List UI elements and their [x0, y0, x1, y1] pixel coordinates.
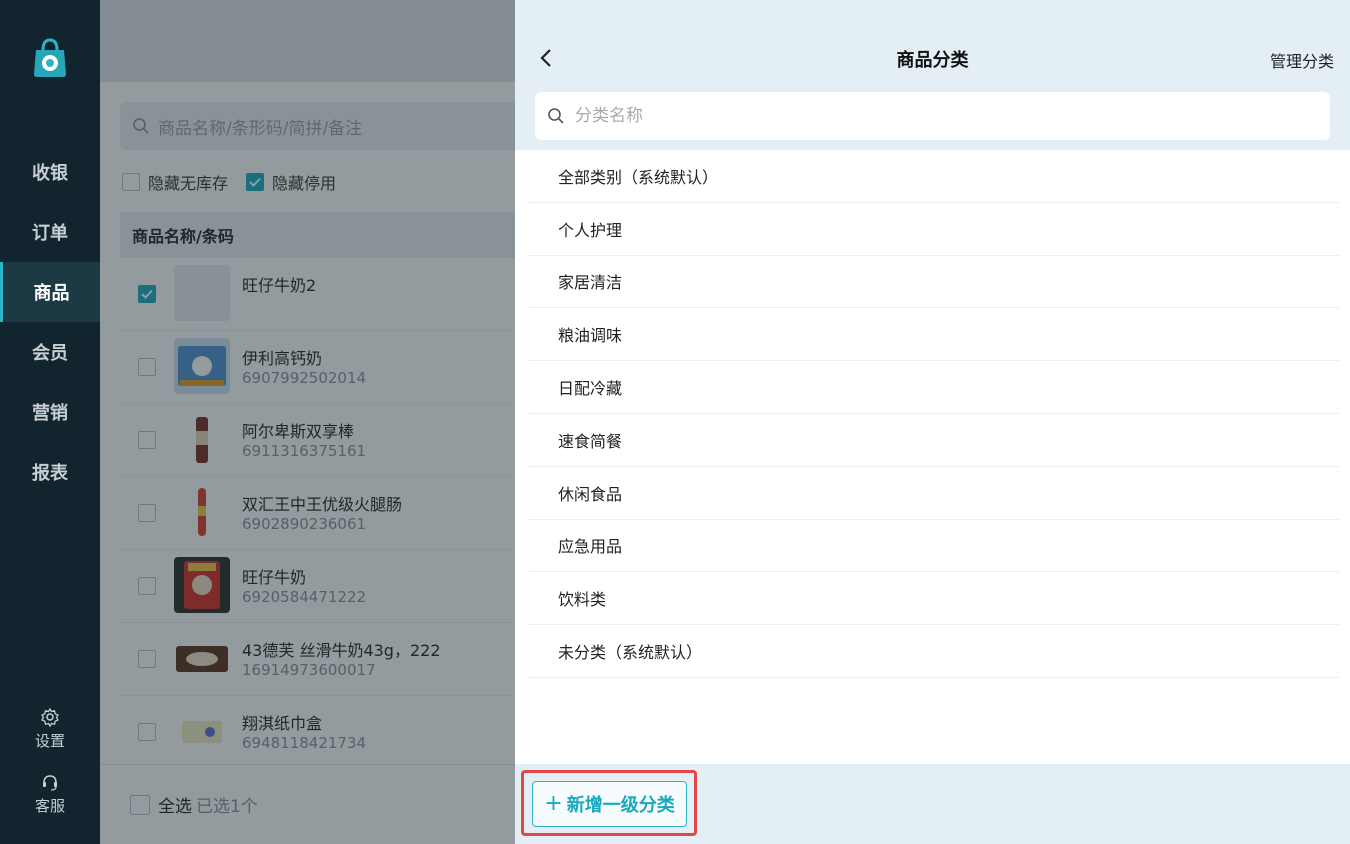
sidebar-item-checkout[interactable]: 收银: [0, 142, 100, 202]
category-item-all[interactable]: 全部类别（系统默认）: [527, 150, 1339, 203]
category-panel: 商品分类 管理分类 全部类别（系统默认） 个人护理 家居清洁 粮油调味 日配冷藏…: [515, 0, 1350, 844]
sidebar-item-label: 订单: [32, 223, 68, 244]
sidebar-item-label: 商品: [33, 283, 70, 304]
plus-icon: +: [544, 791, 563, 816]
category-panel-header: 商品分类 管理分类: [515, 0, 1350, 150]
sidebar-item-reports[interactable]: 报表: [0, 442, 100, 502]
settings-label: 设置: [34, 732, 65, 750]
category-item-beverages[interactable]: 饮料类: [527, 572, 1339, 626]
search-icon: [548, 108, 564, 124]
page-title: 商品分类: [896, 50, 969, 71]
sidebar-item-label: 报表: [32, 463, 68, 484]
category-item-chilled[interactable]: 日配冷藏: [527, 361, 1339, 414]
sidebar-item-marketing[interactable]: 营销: [0, 382, 100, 442]
support-button[interactable]: 客服: [0, 772, 100, 816]
category-item-personal-care[interactable]: 个人护理: [527, 203, 1339, 256]
category-item-emergency[interactable]: 应急用品: [527, 520, 1339, 573]
settings-button[interactable]: 设置: [0, 707, 100, 751]
modal-backdrop[interactable]: [100, 0, 515, 844]
support-label: 客服: [34, 797, 65, 815]
sidebar-item-label: 收银: [32, 163, 68, 184]
category-item-grain-oil[interactable]: 粮油调味: [527, 308, 1339, 362]
category-list: 全部类别（系统默认） 个人护理 家居清洁 粮油调味 日配冷藏 速食简餐 休闲食品…: [527, 150, 1339, 678]
sidebar-item-orders[interactable]: 订单: [0, 202, 100, 262]
sidebar: 收银 订单 商品 会员 营销 报表 设置 客服: [0, 0, 100, 844]
sidebar-item-products[interactable]: 商品: [0, 262, 100, 322]
category-panel-footer: + 新增一级分类: [515, 764, 1350, 844]
gear-icon: [41, 707, 59, 727]
category-search-field[interactable]: [535, 92, 1330, 140]
category-item-home-cleaning[interactable]: 家居清洁: [527, 256, 1339, 309]
category-item-instant-food[interactable]: 速食简餐: [527, 414, 1339, 467]
category-search-input[interactable]: [575, 106, 1275, 126]
manage-categories-link[interactable]: 管理分类: [1270, 48, 1334, 72]
category-item-snacks[interactable]: 休闲食品: [527, 467, 1339, 520]
add-top-category-button[interactable]: + 新增一级分类: [532, 781, 687, 827]
app-logo-icon: [28, 36, 72, 80]
headset-icon: [43, 775, 57, 791]
add-top-category-label: 新增一级分类: [566, 795, 675, 816]
sidebar-item-label: 营销: [32, 403, 68, 424]
category-item-uncategorized[interactable]: 未分类（系统默认）: [527, 625, 1339, 678]
sidebar-item-label: 会员: [32, 343, 68, 364]
sidebar-item-members[interactable]: 会员: [0, 322, 100, 382]
